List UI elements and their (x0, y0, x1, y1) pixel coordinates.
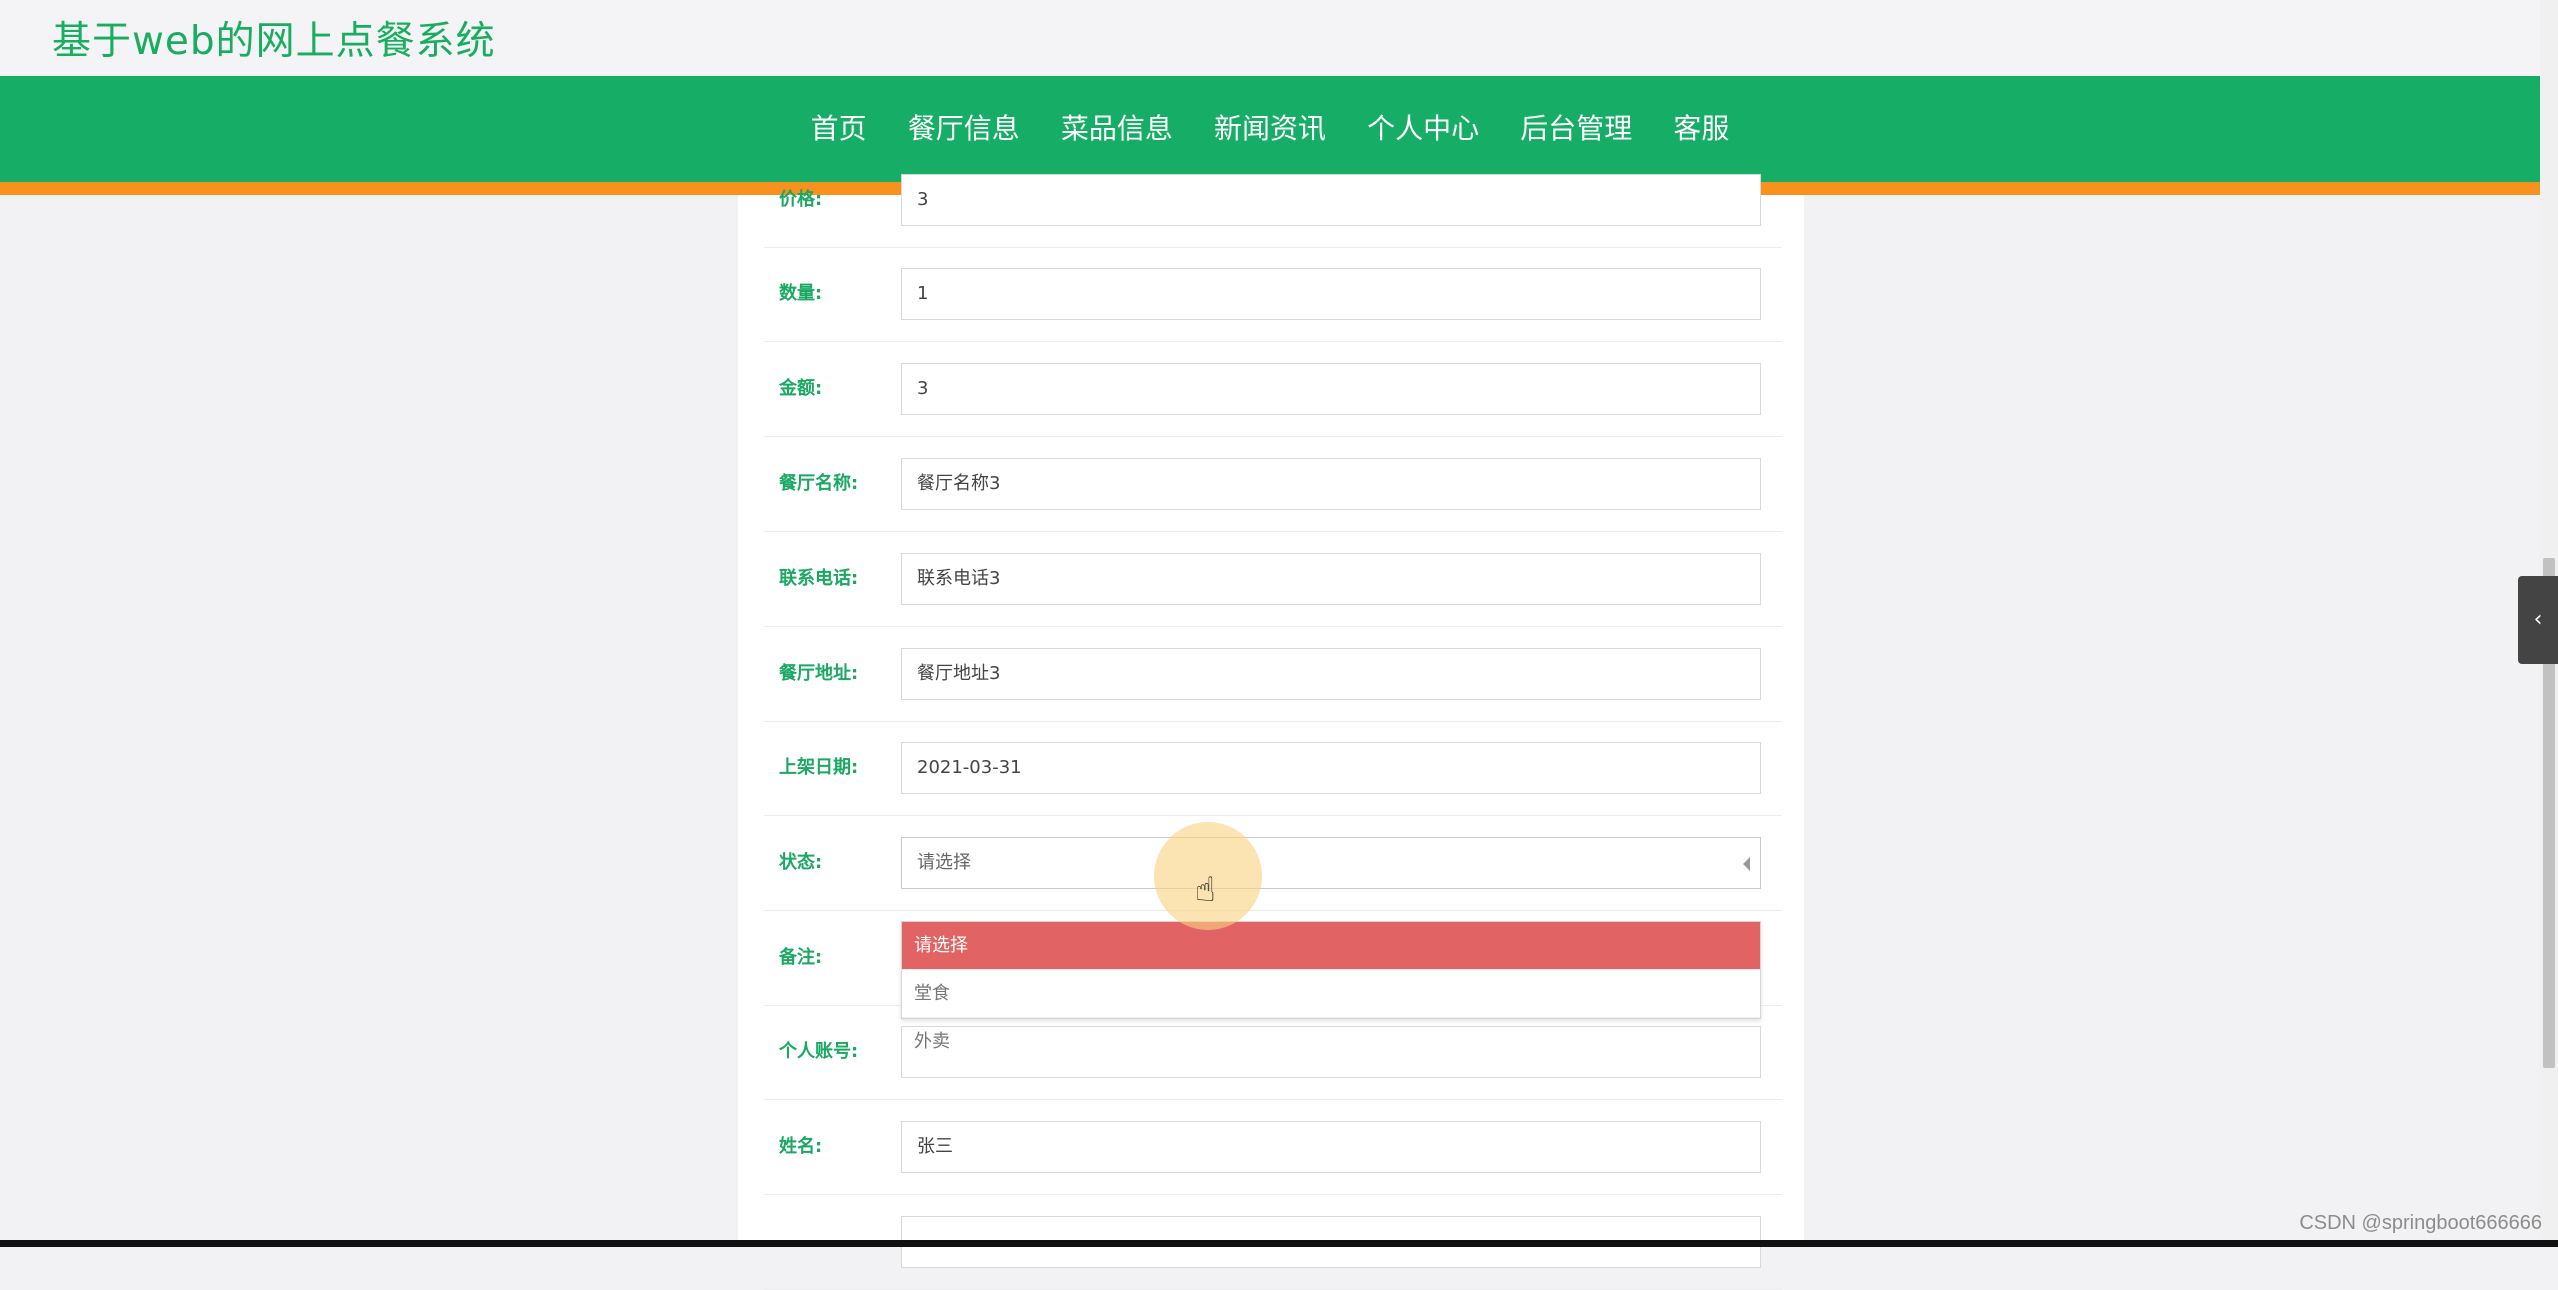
nav-item-personal-center[interactable]: 个人中心 (1367, 104, 1479, 154)
price-input[interactable]: 3 (901, 174, 1761, 226)
side-panel-toggle[interactable]: ‹ (2518, 576, 2558, 664)
form-row-listing-date: 上架日期: 2021-03-31 (764, 721, 1782, 816)
site-title: 基于web的网上点餐系统 (52, 19, 496, 64)
quantity-input[interactable]: 1 (901, 268, 1761, 320)
name-label: 姓名: (779, 1136, 823, 1157)
amount-label: 金额: (779, 378, 823, 399)
nav-item-dish-info[interactable]: 菜品信息 (1061, 104, 1173, 154)
chevron-left-icon: ‹ (2533, 607, 2543, 632)
amount-input[interactable]: 3 (901, 363, 1761, 415)
nav-item-news[interactable]: 新闻资讯 (1214, 104, 1326, 154)
hand-pointer-icon: ☝ (1195, 870, 1216, 910)
status-option-takeout[interactable]: 外卖 (902, 1018, 1760, 1066)
restaurant-name-label: 餐厅名称: (779, 473, 859, 494)
status-option-placeholder[interactable]: 请选择 (902, 922, 1760, 970)
address-input[interactable]: 餐厅地址3 (901, 648, 1761, 700)
form-row-amount: 金额: 3 (764, 342, 1782, 437)
caret-left-icon (1743, 857, 1750, 871)
bottom-edge (0, 1240, 2558, 1247)
form-row-price: 价格: 3 (764, 153, 1782, 248)
phone-input[interactable]: 联系电话3 (901, 553, 1761, 605)
top-header: 基于web的网上点餐系统 (0, 0, 2540, 76)
status-dropdown-list: 请选择 堂食 外卖 (901, 921, 1761, 1052)
form-row-phone: 联系电话: 联系电话3 (764, 532, 1782, 627)
remark-label: 备注: (779, 947, 823, 968)
form-row-restaurant-name: 餐厅名称: 餐厅名称3 (764, 437, 1782, 532)
watermark: CSDN @springboot666666 (2299, 1212, 2542, 1234)
restaurant-name-input[interactable]: 餐厅名称3 (901, 458, 1761, 510)
phone-label: 联系电话: (779, 568, 859, 589)
nav-item-customer-service[interactable]: 客服 (1673, 104, 1729, 154)
name-input[interactable]: 张三 (901, 1121, 1761, 1173)
address-label: 餐厅地址: (779, 663, 859, 684)
nav-item-home[interactable]: 首页 (811, 104, 867, 154)
listing-date-label: 上架日期: (779, 757, 859, 778)
form-row-status: 状态: 请选择 (764, 816, 1782, 911)
order-form-card: 价格: 3 数量: 1 金额: 3 餐厅名称: 餐厅名称3 联系电话: 联系电话… (738, 174, 1804, 1290)
status-select[interactable]: 请选择 (901, 837, 1761, 889)
form-row-address: 餐厅地址: 餐厅地址3 (764, 627, 1782, 722)
listing-date-input[interactable]: 2021-03-31 (901, 742, 1761, 794)
account-label: 个人账号: (779, 1041, 859, 1062)
quantity-label: 数量: (779, 283, 823, 304)
status-label: 状态: (779, 852, 823, 873)
form-row-quantity: 数量: 1 (764, 247, 1782, 342)
status-option-dine-in[interactable]: 堂食 (902, 970, 1760, 1018)
price-label: 价格: (779, 189, 823, 210)
nav-item-admin[interactable]: 后台管理 (1520, 104, 1632, 154)
form-row-name: 姓名: 张三 (764, 1100, 1782, 1195)
status-select-value: 请选择 (917, 852, 971, 873)
nav-menu: 首页 餐厅信息 菜品信息 新闻资讯 个人中心 后台管理 客服 (0, 104, 2540, 154)
nav-item-restaurant-info[interactable]: 餐厅信息 (908, 104, 1020, 154)
